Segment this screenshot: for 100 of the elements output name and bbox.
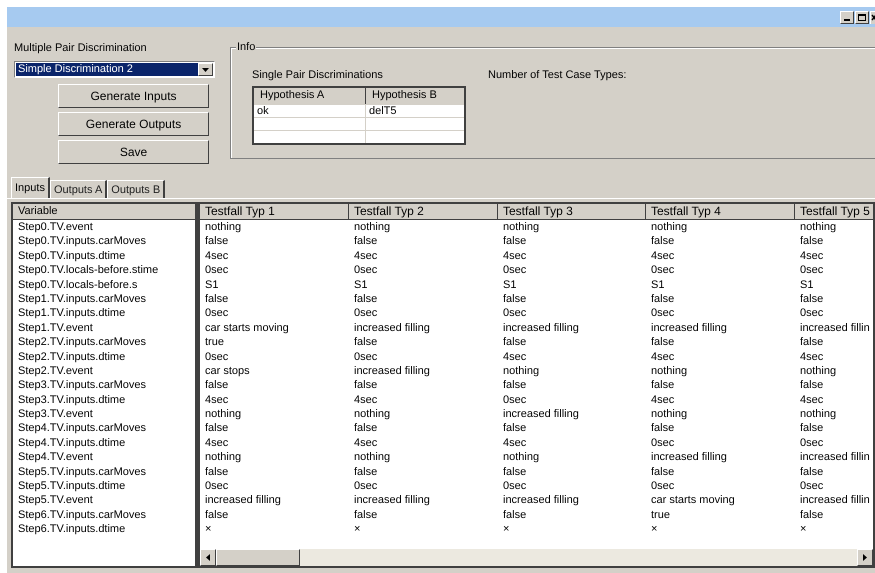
table-cell-text: true (204, 335, 225, 350)
table-cell-text: false (650, 421, 676, 436)
scroll-thumb[interactable] (216, 549, 300, 566)
variable-cell-text: Step0.TV.locals-before.s (17, 278, 138, 292)
table-cell-text: false (204, 464, 230, 480)
discrimination-dropdown[interactable]: Simple Discrimination 2 (14, 61, 215, 78)
table-cell-text: 0sec (353, 479, 378, 494)
variable-cell-text: Step3.TV.event (17, 407, 94, 422)
table-cell-text: false (650, 464, 676, 480)
table-cell-text: 0sec (799, 479, 824, 494)
table-cell-text: false (502, 234, 528, 249)
variable-cell-text: Step4.TV.inputs.carMoves (17, 421, 147, 436)
table-cell-text: 4sec (353, 248, 378, 264)
table-cell-text: increased filling (204, 493, 282, 508)
table-cell: ok (254, 105, 366, 117)
close-icon[interactable] (870, 10, 875, 24)
variable-cell-text: Step1.TV.inputs.dtime (17, 306, 126, 321)
table-cell-text: false (204, 234, 230, 249)
table-cell-text: 4sec (799, 248, 824, 264)
table-cell-text: 0sec (353, 350, 378, 364)
table-cell-text: nothing (204, 220, 242, 234)
table-cell-text: increased filling (353, 493, 431, 508)
table-cell-text: nothing (799, 364, 838, 378)
table-cell-text: 4sec (204, 392, 230, 408)
tab[interactable]: Inputs (11, 177, 50, 198)
table-cell-text: 0sec (353, 263, 378, 278)
table-cell-text: increased filling (650, 320, 728, 336)
table-cell-text: 0sec (650, 263, 676, 278)
table-cell-text: nothing (502, 220, 540, 234)
table-cell-text: 4sec (650, 350, 676, 364)
variable-cell-text: Step1.TV.inputs.carMoves (17, 292, 147, 306)
table-cell-text: 4sec (353, 436, 378, 450)
variable-cell-text: Step2.TV.inputs.carMoves (17, 335, 147, 350)
tab[interactable]: Outputs B (107, 180, 166, 198)
table-cell-text: 0sec (204, 306, 230, 321)
table-cell-text: 0sec (650, 306, 676, 321)
table-cell-text: nothing (353, 450, 392, 465)
variable-cell-text: Step0.TV.inputs.carMoves (17, 234, 147, 249)
table-cell-text: car stops (204, 364, 251, 378)
table-cell-text: false (353, 464, 378, 480)
table-cell-text: false (799, 421, 824, 436)
column-header[interactable]: Testfall Typ 3 (498, 204, 646, 219)
maximize-icon[interactable] (855, 10, 869, 24)
table-cell-text: S1 (650, 278, 666, 292)
variable-cell-text: Step0.TV.locals-before.stime (17, 263, 160, 278)
column-header[interactable]: Testfall Typ 5 (795, 204, 873, 219)
table-cell-text: false (799, 508, 824, 522)
table-cell-text: false (502, 421, 528, 436)
table-cell-text: false (650, 234, 676, 249)
action-button[interactable]: Save (58, 140, 209, 164)
horizontal-scrollbar[interactable] (200, 549, 873, 566)
table-cell-text: 0sec (502, 263, 528, 278)
table-cell-text: increased filling (502, 493, 580, 508)
table-cell-text: × (353, 522, 362, 537)
table-cell-text: nothing (353, 220, 392, 234)
variable-cell-text: Step4.TV.event (17, 450, 94, 465)
table-cell-text: S1 (502, 278, 518, 292)
tab[interactable]: Outputs A (50, 180, 108, 198)
variable-cell-text: Step0.TV.inputs.dtime (17, 248, 126, 264)
table-cell-text: × (650, 522, 658, 537)
column-header[interactable]: Variable (13, 204, 195, 220)
table-cell-text: car starts moving (204, 320, 290, 336)
column-header[interactable]: Testfall Typ 2 (349, 204, 498, 219)
variable-cell-text: Step5.TV.inputs.dtime (17, 479, 126, 494)
table-cell-text: 0sec (799, 306, 824, 321)
table-cell-text: false (204, 508, 230, 522)
table-cell-text: false (799, 292, 824, 306)
table-cell-text: nothing (799, 407, 838, 422)
table-cell-text: false (353, 508, 378, 522)
action-button[interactable]: Generate Outputs (58, 112, 209, 136)
table-cell-text: nothing (799, 220, 838, 234)
column-header[interactable]: Hypothesis A (254, 88, 366, 104)
variable-cell-text: Step3.TV.inputs.dtime (17, 392, 126, 408)
table-cell-text: false (799, 378, 824, 393)
table-cell-text: false (502, 292, 528, 306)
table-cell-text: S1 (353, 278, 368, 292)
table-cell-text: false (204, 421, 230, 436)
table-cell-text: S1 (799, 278, 814, 292)
table-cell-text: false (502, 464, 528, 480)
column-header[interactable]: Testfall Typ 4 (646, 204, 795, 219)
table-cell-text: false (650, 378, 676, 393)
variable-cell-text: Step5.TV.inputs.carMoves (17, 464, 147, 480)
table-cell-text: false (502, 378, 528, 393)
scroll-left-icon[interactable] (200, 549, 216, 566)
scroll-right-icon[interactable] (857, 549, 873, 566)
table-cell-text: false (799, 335, 824, 350)
table-cell-text: false (650, 292, 676, 306)
pairs-label: Single Pair Discriminations (252, 68, 384, 82)
table-cell-text: false (799, 234, 824, 249)
table-cell-text: 4sec (502, 436, 528, 450)
column-header[interactable]: Hypothesis B (366, 88, 464, 104)
table-cell-text: 0sec (650, 479, 676, 494)
table-cell-text: 4sec (502, 350, 528, 364)
column-header[interactable]: Testfall Typ 1 (200, 204, 349, 219)
table-cell-text: 4sec (502, 248, 528, 264)
action-button[interactable]: Generate Inputs (58, 84, 209, 108)
table-cell-text: false (353, 378, 378, 393)
table-cell-text: increased fillin (799, 493, 871, 508)
minimize-icon[interactable] (840, 10, 854, 24)
table-cell-text: 0sec (204, 263, 230, 278)
